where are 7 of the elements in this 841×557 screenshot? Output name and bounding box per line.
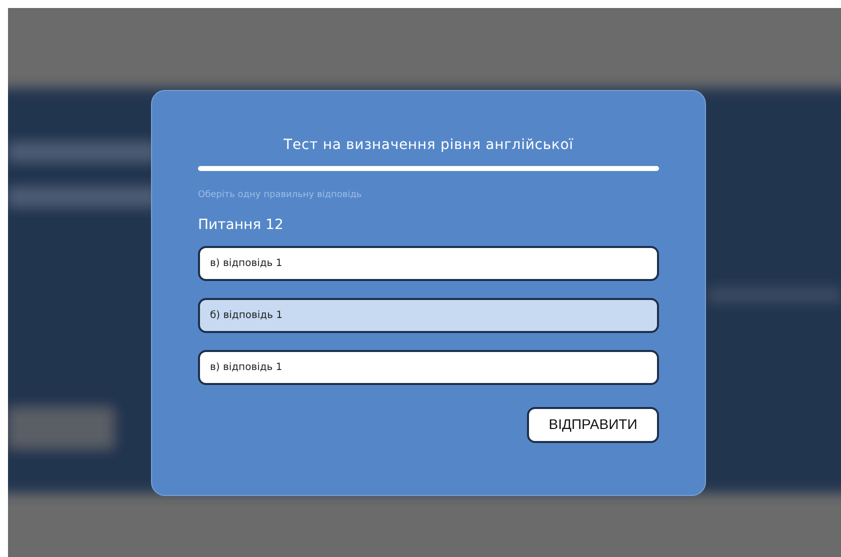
answer-option[interactable]: в) відповідь 1: [198, 350, 659, 384]
dialog-title: Тест на визначення рівня англійської: [282, 136, 574, 155]
question-label: Питання 12: [198, 216, 284, 234]
answer-option[interactable]: б) відповідь 1: [198, 298, 659, 332]
hint-text: Оберіть одну правильну відповідь: [198, 189, 363, 202]
submit-button[interactable]: ВІДПРАВИТИ: [527, 406, 659, 442]
answer-option[interactable]: в) відповідь 1: [198, 246, 659, 280]
